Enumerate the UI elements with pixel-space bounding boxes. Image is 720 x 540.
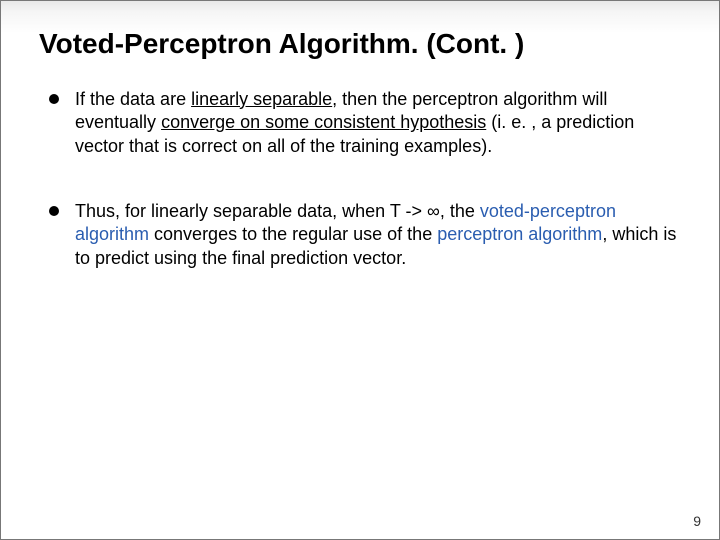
- page-number: 9: [693, 513, 701, 529]
- bullet-item: Thus, for linearly separable data, when …: [47, 200, 681, 270]
- underlined-term: linearly separable: [191, 89, 332, 109]
- slide: Voted-Perceptron Algorithm. (Cont. ) If …: [0, 0, 720, 540]
- link-term: perceptron algorithm: [437, 224, 602, 244]
- text-segment: If the data are: [75, 89, 191, 109]
- underlined-term: converge on some consistent hypothesis: [161, 112, 486, 132]
- bullet-list: If the data are linearly separable, then…: [47, 88, 681, 270]
- bullet-item: If the data are linearly separable, then…: [47, 88, 681, 158]
- text-segment: Thus, for linearly separable data, when …: [75, 201, 480, 221]
- text-segment: converges to the regular use of the: [149, 224, 437, 244]
- slide-title: Voted-Perceptron Algorithm. (Cont. ): [39, 29, 681, 60]
